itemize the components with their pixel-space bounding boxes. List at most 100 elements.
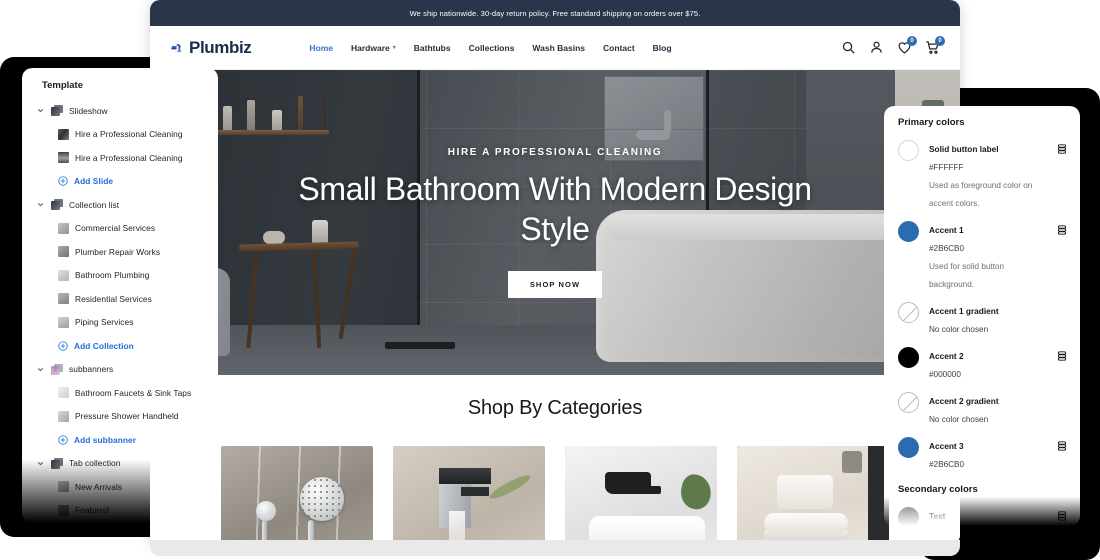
nav-item-wash-basins[interactable]: Wash Basins bbox=[532, 43, 585, 53]
hero-eyebrow: HIRE A PROFESSIONAL CLEANING bbox=[447, 147, 663, 159]
sidebar-item-featured[interactable]: Featured bbox=[22, 499, 218, 523]
faucet-spout bbox=[438, 467, 491, 484]
category-image-wash-basin bbox=[565, 446, 717, 545]
color-row-accent-2-gradient[interactable]: Accent 2 gradient No color chosen bbox=[884, 382, 1080, 427]
category-card-wash-basin[interactable] bbox=[565, 446, 717, 545]
color-swatch[interactable] bbox=[898, 347, 919, 368]
color-library-icon[interactable] bbox=[1056, 224, 1068, 236]
nav-item-blog[interactable]: Blog bbox=[653, 43, 672, 53]
color-info: Solid button label #FFFFFF Used as foreg… bbox=[929, 139, 1046, 211]
nav-item-contact[interactable]: Contact bbox=[603, 43, 635, 53]
color-info: Accent 2 gradient No color chosen bbox=[929, 391, 1068, 427]
color-library-icon[interactable] bbox=[1056, 143, 1068, 155]
color-name: Solid button label bbox=[929, 144, 999, 154]
store-preview: We ship nationwide. 30-day return policy… bbox=[150, 0, 960, 545]
sidebar-item-piping-services[interactable]: Piping Services bbox=[22, 311, 218, 335]
faucet-icon bbox=[171, 43, 182, 52]
category-image-shower-handheld bbox=[221, 446, 373, 545]
nav-item-home[interactable]: Home bbox=[309, 43, 333, 53]
color-info: Accent 1 #2B6CB0 Used for solid button b… bbox=[929, 220, 1046, 292]
sidebar-item-plumber-repair-works[interactable]: Plumber Repair Works bbox=[22, 240, 218, 264]
subbanner-thumbnail-icon bbox=[58, 387, 69, 399]
color-hex: #000000 bbox=[929, 370, 961, 379]
slide-thumbnail-icon bbox=[58, 152, 69, 164]
sidebar-item-bathroom-faucets-sink-taps[interactable]: Bathroom Faucets & Sink Taps bbox=[22, 381, 218, 405]
color-name: Text bbox=[929, 511, 946, 521]
sidebar-item-label: Commercial Services bbox=[75, 223, 156, 234]
sidebar-item-new-arrivals[interactable]: New Arrivals bbox=[22, 475, 218, 499]
account-icon[interactable] bbox=[869, 40, 884, 55]
chevron-down-icon[interactable] bbox=[36, 365, 45, 374]
sidebar-item-residential-services[interactable]: Residential Services bbox=[22, 287, 218, 311]
nav-label: Contact bbox=[603, 42, 635, 53]
nav-item-hardware[interactable]: Hardware ▾ bbox=[351, 43, 396, 53]
color-library-icon[interactable] bbox=[1056, 440, 1068, 452]
sidebar-item-label: New Arrivals bbox=[75, 481, 123, 492]
nav-item-bathtubs[interactable]: Bathtubs bbox=[414, 43, 451, 53]
sidebar-item-best-seller[interactable]: Best Seller bbox=[22, 522, 218, 523]
color-description: Used as foreground color on accent color… bbox=[929, 181, 1033, 208]
category-card-toilet[interactable] bbox=[737, 446, 889, 545]
color-library-icon[interactable] bbox=[1056, 510, 1068, 522]
add-collection-button[interactable]: Add Collection bbox=[22, 334, 218, 358]
chevron-down-icon[interactable] bbox=[36, 459, 45, 468]
search-icon[interactable] bbox=[841, 40, 856, 55]
toilet-seat bbox=[764, 513, 849, 534]
nav-label: Home bbox=[309, 42, 333, 53]
sidebar-item-slide-2[interactable]: Hire a Professional Cleaning bbox=[22, 146, 218, 170]
chevron-down-icon[interactable] bbox=[36, 106, 45, 115]
color-swatch[interactable] bbox=[898, 507, 919, 526]
color-row-accent-2[interactable]: Accent 2 #000000 bbox=[884, 337, 1080, 382]
color-row-text[interactable]: Text #666666 Used as foreground color on… bbox=[884, 497, 1080, 526]
color-row-solid-button-label[interactable]: Solid button label #FFFFFF Used as foreg… bbox=[884, 130, 1080, 211]
sidebar-group-collection-list[interactable]: Collection list bbox=[22, 193, 218, 217]
color-name: Accent 2 gradient bbox=[929, 396, 999, 406]
sidebar-item-pressure-shower-handheld[interactable]: Pressure Shower Handheld bbox=[22, 405, 218, 429]
sidebar-group-label: Tab collection bbox=[69, 458, 121, 469]
wishlist-heart-icon[interactable]: 0 bbox=[897, 36, 917, 55]
sidebar-item-slide-1[interactable]: Hire a Professional Cleaning bbox=[22, 123, 218, 147]
color-library-icon[interactable] bbox=[1056, 350, 1068, 362]
shop-now-button[interactable]: SHOP NOW bbox=[507, 270, 603, 298]
sidebar-group-slideshow[interactable]: Slideshow bbox=[22, 99, 218, 123]
color-row-accent-1[interactable]: Accent 1 #2B6CB0 Used for solid button b… bbox=[884, 211, 1080, 292]
hero-slide[interactable]: HIRE A PROFESSIONAL CLEANING Small Bathr… bbox=[150, 70, 960, 375]
color-info: Accent 3 #2B6CB0 bbox=[929, 436, 1046, 472]
sidebar-item-label: Pressure Shower Handheld bbox=[75, 411, 179, 422]
toilet-tank bbox=[776, 474, 833, 509]
hero-title: Small Bathroom With Modern Design Style bbox=[298, 171, 812, 247]
cart-icon[interactable]: 0 bbox=[925, 36, 945, 55]
tab-thumbnail-icon bbox=[58, 504, 69, 516]
chevron-down-icon[interactable] bbox=[36, 200, 45, 209]
color-info: Accent 2 #000000 bbox=[929, 346, 1046, 382]
header-icons: 0 0 bbox=[841, 36, 945, 55]
add-subbanner-button[interactable]: Add subbanner bbox=[22, 428, 218, 452]
category-card-shower-handheld[interactable] bbox=[221, 446, 373, 545]
category-card-faucet[interactable] bbox=[393, 446, 545, 545]
sidebar-item-bathroom-plumbing[interactable]: Bathroom Plumbing bbox=[22, 264, 218, 288]
color-swatch-empty[interactable] bbox=[898, 302, 919, 323]
sidebar-item-commercial-services[interactable]: Commercial Services bbox=[22, 217, 218, 241]
color-swatch[interactable] bbox=[898, 221, 919, 242]
color-swatch-empty[interactable] bbox=[898, 392, 919, 413]
color-swatch[interactable] bbox=[898, 437, 919, 458]
sidebar-item-label: Residential Services bbox=[75, 293, 152, 304]
sidebar-group-subbanners[interactable]: subbanners bbox=[22, 358, 218, 382]
color-row-accent-1-gradient[interactable]: Accent 1 gradient No color chosen bbox=[884, 292, 1080, 337]
site-logo[interactable]: Plumbiz bbox=[170, 38, 252, 58]
nav-item-collections[interactable]: Collections bbox=[469, 43, 515, 53]
shop-by-categories-section: Shop By Categories bbox=[150, 375, 960, 545]
slideshow-section-icon bbox=[51, 105, 63, 117]
sidebar-group-tab-collection[interactable]: Tab collection bbox=[22, 452, 218, 476]
slide-thumbnail-icon bbox=[58, 128, 69, 140]
sidebar-group-label: subbanners bbox=[69, 364, 114, 375]
add-slide-label: Add Slide bbox=[74, 176, 114, 187]
color-swatch[interactable] bbox=[898, 140, 919, 161]
color-row-accent-3[interactable]: Accent 3 #2B6CB0 bbox=[884, 427, 1080, 472]
categories-title: Shop By Categories bbox=[467, 397, 643, 419]
wishlist-badge: 0 bbox=[907, 36, 917, 46]
collection-thumbnail-icon bbox=[58, 269, 69, 281]
add-slide-button[interactable]: Add Slide bbox=[22, 170, 218, 194]
sidebar-item-label: Piping Services bbox=[75, 317, 134, 328]
nav-label: Hardware bbox=[351, 42, 390, 53]
